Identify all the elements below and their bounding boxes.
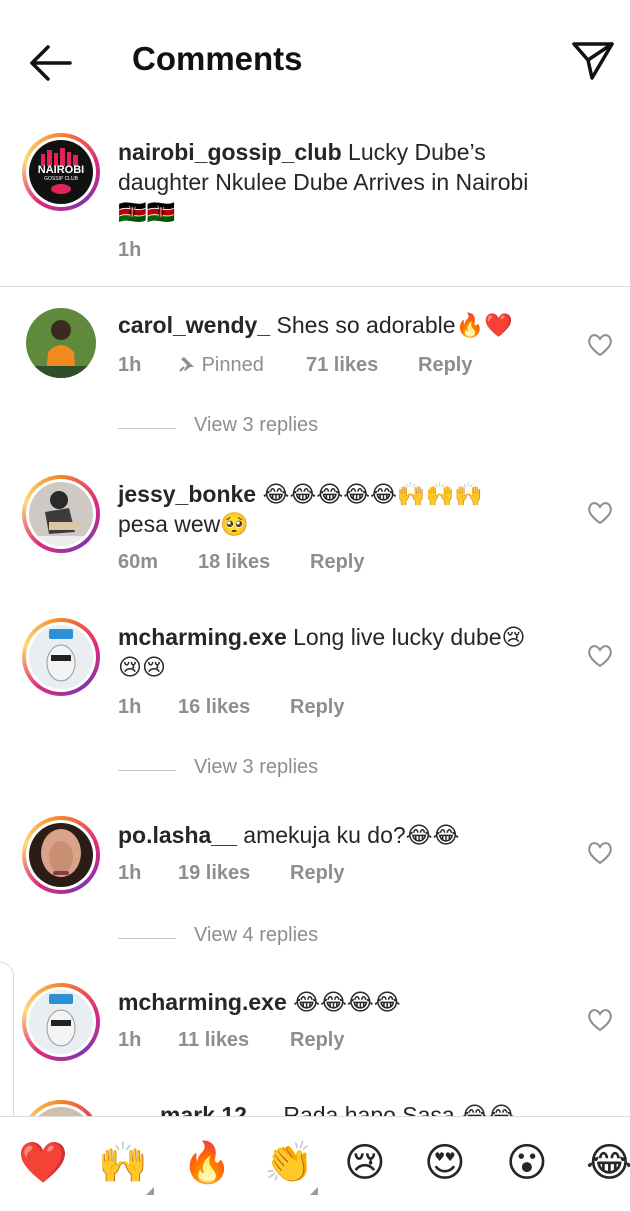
comment-username[interactable]: po.lasha__ <box>118 822 237 848</box>
comment-text: mcharming.exe 😂😂😂😂 <box>118 987 401 1017</box>
comment-username[interactable]: mark 12 <box>160 1102 247 1116</box>
like-count[interactable]: 18 likes <box>198 551 270 574</box>
comment-body: Shes so adorable🔥❤️ <box>276 312 513 338</box>
caption-text: daughter Nkulee Dube Arrives in Nairobi <box>118 169 529 195</box>
emoji-crying[interactable]: 😢 <box>344 1139 386 1187</box>
comment-time: 1h <box>118 696 142 718</box>
like-count[interactable]: 11 likes <box>178 1029 249 1052</box>
pinned-label: Pinned <box>201 354 264 376</box>
heart-icon[interactable] <box>586 332 614 358</box>
page-title: Comments <box>132 40 303 77</box>
view-replies-label: View 4 replies <box>194 924 319 946</box>
divider <box>0 286 630 287</box>
caption-text: Lucky Dube’s <box>348 139 486 165</box>
skin-tone-indicator <box>310 1187 318 1195</box>
emoji-fire[interactable]: 🔥 <box>182 1139 232 1187</box>
direct-message-icon[interactable] <box>570 38 616 84</box>
emoji-reaction-bar: ❤️ 🙌 🔥 👏 😢 😍 😮 😂 <box>0 1116 630 1211</box>
flag-emojis: 🇰🇪🇰🇪 <box>118 199 176 225</box>
emoji-raising-hands[interactable]: 🙌 <box>98 1139 148 1187</box>
comment-text: mark 12 Rada hapo Sasa 😂😂 <box>160 1100 515 1116</box>
pinned-indicator: Pinned <box>178 354 264 377</box>
reply-button[interactable]: Reply <box>418 354 472 377</box>
reply-button[interactable]: Reply <box>290 696 344 719</box>
avatar[interactable] <box>22 983 100 1061</box>
heart-icon[interactable] <box>586 1007 614 1033</box>
comment-time: 1h <box>118 354 142 376</box>
pin-icon <box>178 354 202 376</box>
comment-item: po.lasha__ amekuja ku do?😂😂 1h 19 likes … <box>0 808 630 953</box>
heart-icon[interactable] <box>586 500 614 526</box>
comment-body: pesa wew🥺 <box>118 511 249 537</box>
like-count[interactable]: 16 likes <box>178 696 250 719</box>
comment-item: mcharming.exe Long live lucky dube😢 😢😢 1… <box>0 610 630 785</box>
comment-item-partial: mark 12 Rada hapo Sasa 😂😂 <box>0 1098 630 1116</box>
comment-body: Rada hapo Sasa 😂😂 <box>283 1102 515 1116</box>
comment-time: 1h <box>118 1029 142 1051</box>
header: Comments <box>0 0 630 120</box>
comment-username[interactable]: carol_wendy_ <box>118 312 270 338</box>
avatar[interactable] <box>22 475 100 553</box>
comment-body: amekuja ku do?😂😂 <box>243 822 460 848</box>
heart-icon[interactable] <box>586 643 614 669</box>
comment-item: carol_wendy_ Shes so adorable🔥❤️ 1h Pinn… <box>0 298 630 448</box>
skin-tone-indicator <box>146 1187 154 1195</box>
post-caption: NAIROBI GOSSIP CLUB nairobi_gossip_club … <box>0 125 630 285</box>
view-replies-label: View 3 replies <box>194 414 319 436</box>
view-replies-button[interactable]: View 4 replies <box>118 924 358 954</box>
replies-divider-line <box>118 428 176 429</box>
comment-body: 😂😂😂😂😂🙌🙌🙌 <box>262 481 483 507</box>
comment-text: carol_wendy_ Shes so adorable🔥❤️ <box>118 310 513 340</box>
back-arrow-icon[interactable] <box>24 40 74 86</box>
comment-text: mcharming.exe Long live lucky dube😢 <box>118 622 526 652</box>
comment-username[interactable]: mcharming.exe <box>118 624 287 650</box>
comment-text: jessy_bonke 😂😂😂😂😂🙌🙌🙌 <box>118 479 483 509</box>
comment-username[interactable]: jessy_bonke <box>118 481 256 507</box>
comment-body: 😂😂😂😂 <box>293 989 401 1015</box>
emoji-heart-eyes[interactable]: 😍 <box>424 1139 466 1187</box>
replies-divider-line <box>118 770 176 771</box>
avatar[interactable] <box>22 816 100 894</box>
emoji-surprised[interactable]: 😮 <box>506 1139 548 1187</box>
caption-line: nairobi_gossip_club Lucky Dube’s <box>118 137 486 167</box>
comment-username[interactable]: mcharming.exe <box>118 989 287 1015</box>
comment-time: 60m <box>118 551 159 573</box>
view-replies-button[interactable]: View 3 replies <box>118 756 358 786</box>
like-count[interactable]: 71 likes <box>306 354 378 377</box>
comment-item: mcharming.exe 😂😂😂😂 1h 11 likes Reply <box>0 975 630 1075</box>
heart-icon[interactable] <box>586 840 614 866</box>
avatar[interactable] <box>22 1100 100 1116</box>
view-replies-label: View 3 replies <box>194 756 319 778</box>
reply-button[interactable]: Reply <box>290 862 344 885</box>
emoji-laughing[interactable]: 😂 <box>586 1139 630 1187</box>
post-time: 1h <box>118 239 142 261</box>
like-count[interactable]: 19 likes <box>178 862 250 885</box>
avatar[interactable] <box>22 618 100 696</box>
nairobi-logo: NAIROBI GOSSIP CLUB <box>29 140 93 204</box>
avatar[interactable] <box>26 308 96 378</box>
emoji-heart[interactable]: ❤️ <box>18 1139 68 1187</box>
post-username[interactable]: nairobi_gossip_club <box>118 139 342 165</box>
avatar[interactable]: NAIROBI GOSSIP CLUB <box>22 133 100 211</box>
reply-button[interactable]: Reply <box>310 551 364 574</box>
replies-divider-line <box>118 938 176 939</box>
comment-text: po.lasha__ amekuja ku do?😂😂 <box>118 820 459 850</box>
logo-text: NAIROBI <box>37 164 85 176</box>
comment-item: jessy_bonke 😂😂😂😂😂🙌🙌🙌 pesa wew🥺 60m 18 li… <box>0 467 630 597</box>
comment-body: Long live lucky dube😢 <box>293 624 526 650</box>
logo-subtext: GOSSIP CLUB <box>44 176 78 182</box>
reply-button[interactable]: Reply <box>290 1029 344 1052</box>
view-replies-button[interactable]: View 3 replies <box>118 414 358 444</box>
comment-body: 😢😢 <box>118 654 166 680</box>
comment-time: 1h <box>118 862 142 884</box>
emoji-clapping[interactable]: 👏 <box>264 1139 314 1187</box>
